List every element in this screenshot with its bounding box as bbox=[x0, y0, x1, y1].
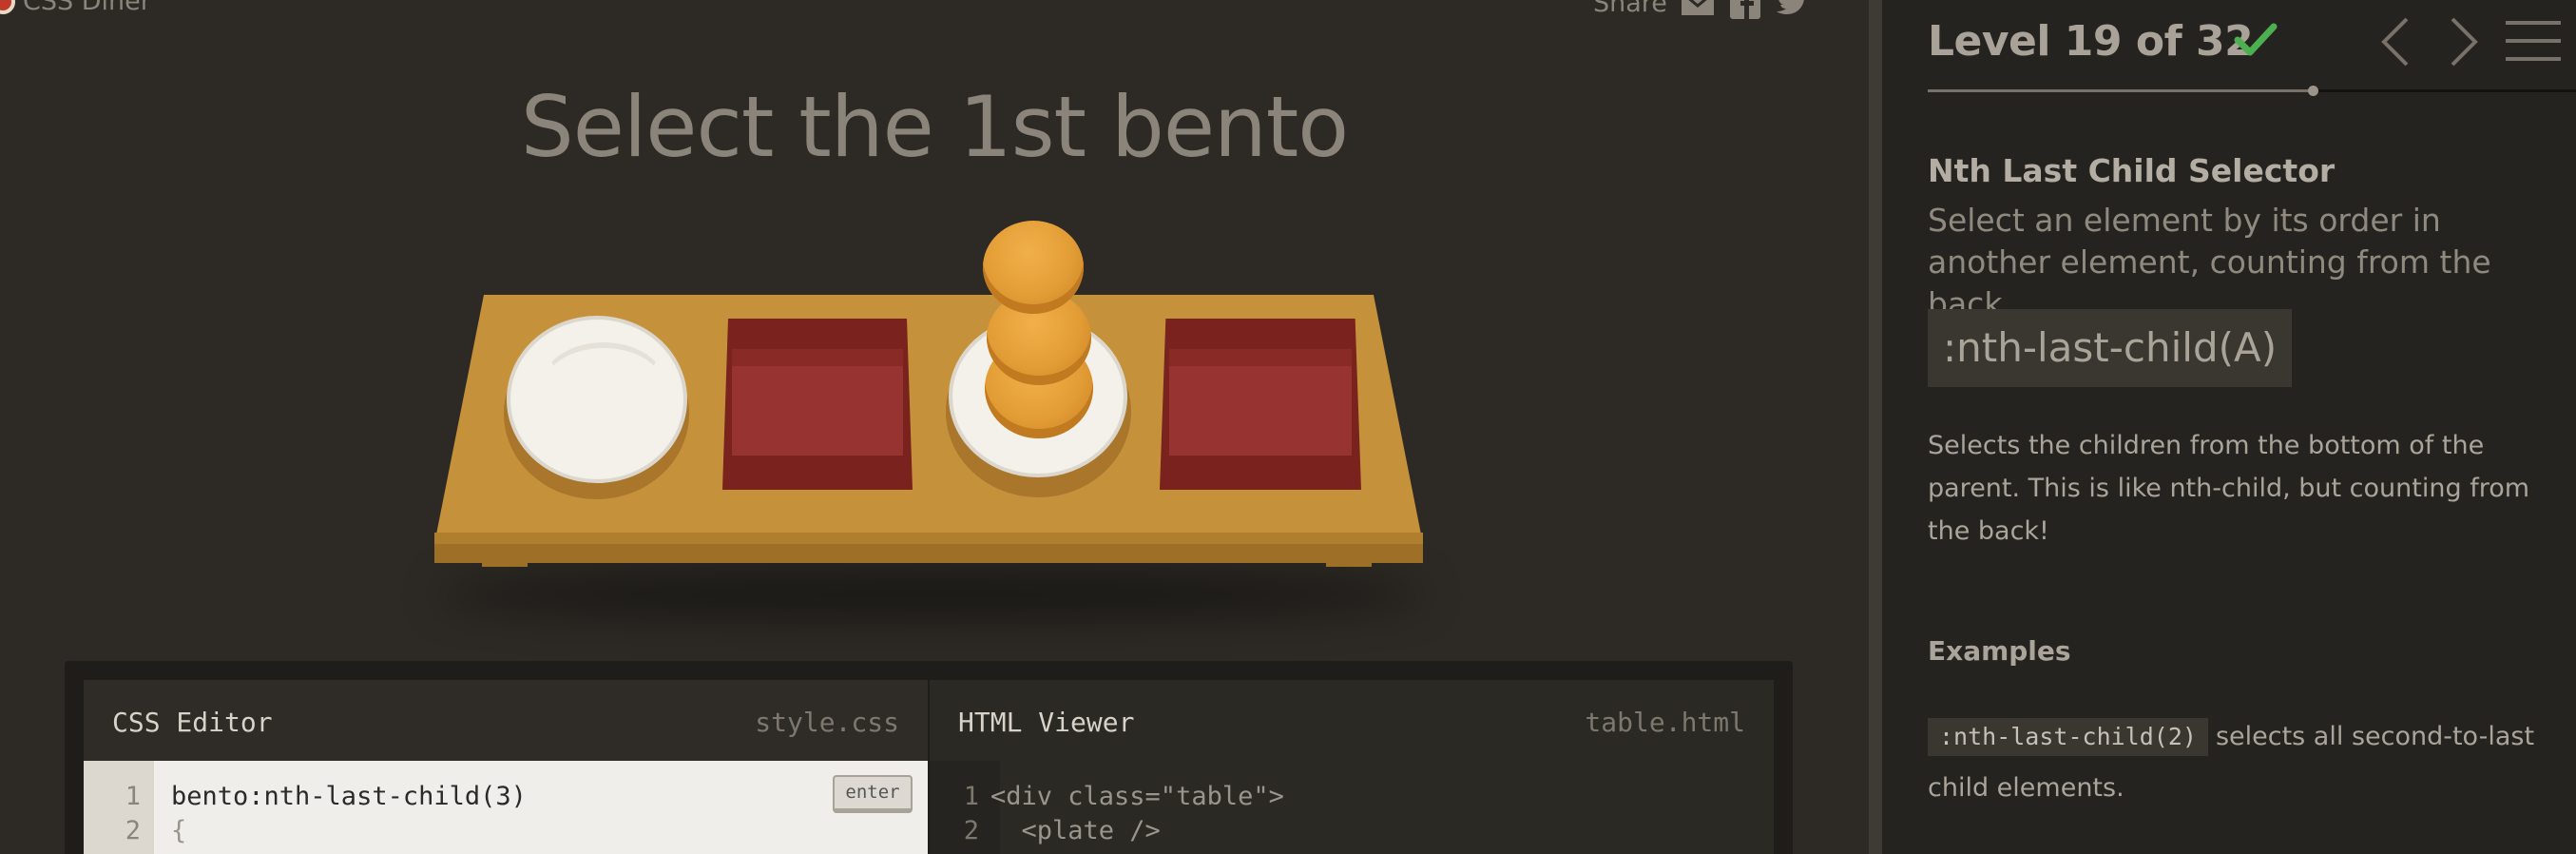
table-leg-right bbox=[1326, 552, 1372, 567]
menu-icon[interactable] bbox=[2506, 17, 2561, 65]
progress-fill bbox=[1928, 89, 2313, 92]
instruction-heading: Select the 1st bento bbox=[520, 78, 1349, 176]
mail-icon[interactable] bbox=[1681, 0, 1715, 19]
chevron-right-icon[interactable] bbox=[2445, 15, 2483, 68]
html-viewer-title: HTML Viewer bbox=[958, 707, 1135, 738]
html-code-line[interactable]: <div class="table"> bbox=[990, 782, 1284, 811]
twitter-icon[interactable] bbox=[1776, 0, 1810, 19]
sidebar: Level 19 of 32 Nth Last Child Selector S… bbox=[1882, 0, 2576, 854]
orange-top[interactable] bbox=[983, 221, 1084, 314]
progress-knob bbox=[2307, 86, 2318, 96]
css-selector-input[interactable]: bento:nth-last-child(3) bbox=[171, 782, 527, 811]
logo-icon bbox=[0, 0, 15, 14]
logo[interactable]: CSS Diner bbox=[0, 0, 151, 16]
css-input-area[interactable]: 1 2 bento:nth-last-child(3) { enter bbox=[84, 761, 928, 854]
html-line-gutter: 1 2 bbox=[930, 761, 1000, 854]
css-editor-title: CSS Editor bbox=[112, 707, 273, 738]
css-filename: style.css bbox=[755, 707, 899, 738]
line-number: 2 bbox=[125, 816, 141, 845]
html-code-area: 1 2 <div class="table"> <plate /> bbox=[930, 761, 1774, 854]
enter-button[interactable]: enter bbox=[833, 775, 913, 813]
line-number: 2 bbox=[963, 816, 979, 845]
table-leg-left bbox=[482, 552, 528, 567]
game-area: CSS Diner Share Select the 1st bento CSS… bbox=[0, 0, 1869, 854]
bento-band bbox=[732, 349, 903, 366]
css-line-gutter: 1 2 bbox=[84, 761, 154, 854]
example: :nth-last-child(2) selects all second-to-… bbox=[1928, 711, 2565, 814]
bento-1[interactable] bbox=[722, 319, 913, 490]
syntax-box: :nth-last-child(A) bbox=[1928, 309, 2293, 387]
html-filename: table.html bbox=[1585, 707, 1745, 738]
examples-heading: Examples bbox=[1928, 635, 2071, 667]
example-code: :nth-last-child(2) bbox=[1928, 718, 2208, 756]
facebook-icon[interactable] bbox=[1728, 0, 1762, 19]
logo-text: CSS Diner bbox=[23, 0, 151, 16]
level-progress bbox=[1928, 86, 2576, 96]
css-editor-header: CSS Editor style.css bbox=[84, 680, 928, 761]
plate-shine bbox=[542, 342, 665, 428]
check-icon bbox=[2234, 23, 2278, 56]
editor: CSS Editor style.css 1 2 bento:nth-last-… bbox=[65, 661, 1793, 854]
css-editor-pane: CSS Editor style.css 1 2 bento:nth-last-… bbox=[84, 680, 928, 854]
table-front bbox=[434, 544, 1423, 563]
share-label: Share bbox=[1593, 0, 1667, 18]
html-viewer-pane: HTML Viewer table.html 1 2 <div class="t… bbox=[930, 680, 1774, 854]
table-shadow bbox=[437, 571, 1426, 618]
table bbox=[418, 209, 1445, 637]
level-indicator[interactable]: Level 19 of 32 bbox=[1928, 17, 2254, 66]
sidebar-divider bbox=[1869, 0, 1882, 854]
code-line: { bbox=[171, 816, 187, 845]
chevron-left-icon[interactable] bbox=[2376, 15, 2414, 68]
hint-text: Selects the children from the bottom of … bbox=[1928, 431, 2530, 546]
selector-name: Nth Last Child Selector bbox=[1928, 152, 2336, 189]
html-viewer-header: HTML Viewer table.html bbox=[930, 680, 1774, 761]
line-number: 1 bbox=[125, 782, 141, 811]
share-bar: Share bbox=[1593, 0, 1810, 19]
bento-2[interactable] bbox=[1160, 319, 1361, 490]
line-number: 1 bbox=[963, 782, 979, 811]
bento-band bbox=[1169, 349, 1352, 366]
html-code-line[interactable]: <plate /> bbox=[990, 816, 1161, 845]
selector-title: Select an element by its order in anothe… bbox=[1928, 202, 2491, 322]
